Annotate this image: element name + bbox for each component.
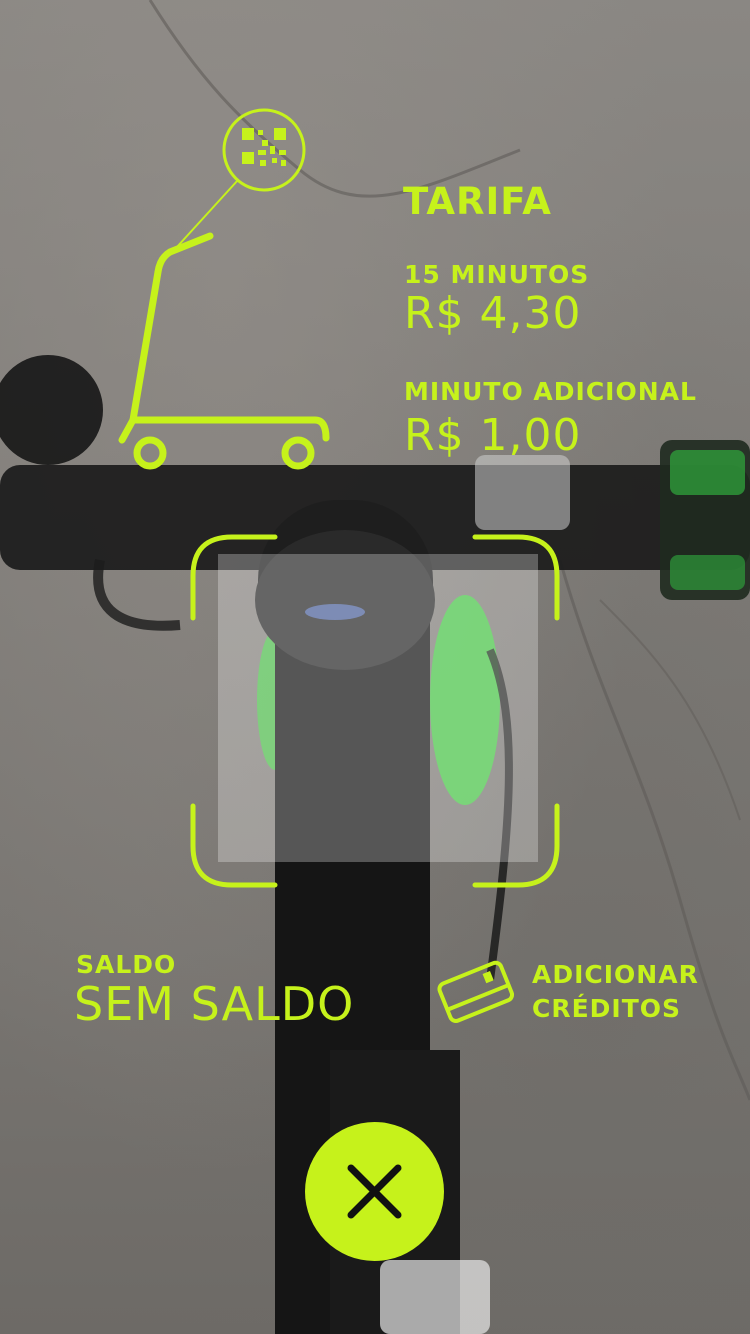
tariff-label-15-minutes: 15 MINUTOS bbox=[404, 260, 590, 289]
tariff-price-15-minutes: R$ 4,30 bbox=[404, 288, 582, 339]
balance-value: SEM SALDO bbox=[74, 977, 355, 1031]
add-credits-label-line1: ADICIONAR bbox=[532, 960, 699, 989]
tariff-label-additional-minute: MINUTO ADICIONAL bbox=[404, 377, 697, 406]
qr-code-icon bbox=[222, 108, 306, 192]
tariff-title: TARIFA bbox=[403, 180, 552, 223]
close-icon bbox=[347, 1164, 402, 1219]
scooter-icon bbox=[118, 232, 330, 470]
credit-card-icon bbox=[437, 960, 515, 1023]
add-credits-label-line2: CRÉDITOS bbox=[532, 994, 682, 1023]
scan-screen: TARIFA 15 MINUTOS R$ 4,30 MINUTO ADICION… bbox=[0, 0, 750, 1334]
close-button[interactable] bbox=[305, 1122, 444, 1261]
add-credits-button[interactable]: ADICIONAR CRÉDITOS bbox=[430, 950, 720, 1030]
tariff-price-additional-minute: R$ 1,00 bbox=[404, 410, 582, 461]
